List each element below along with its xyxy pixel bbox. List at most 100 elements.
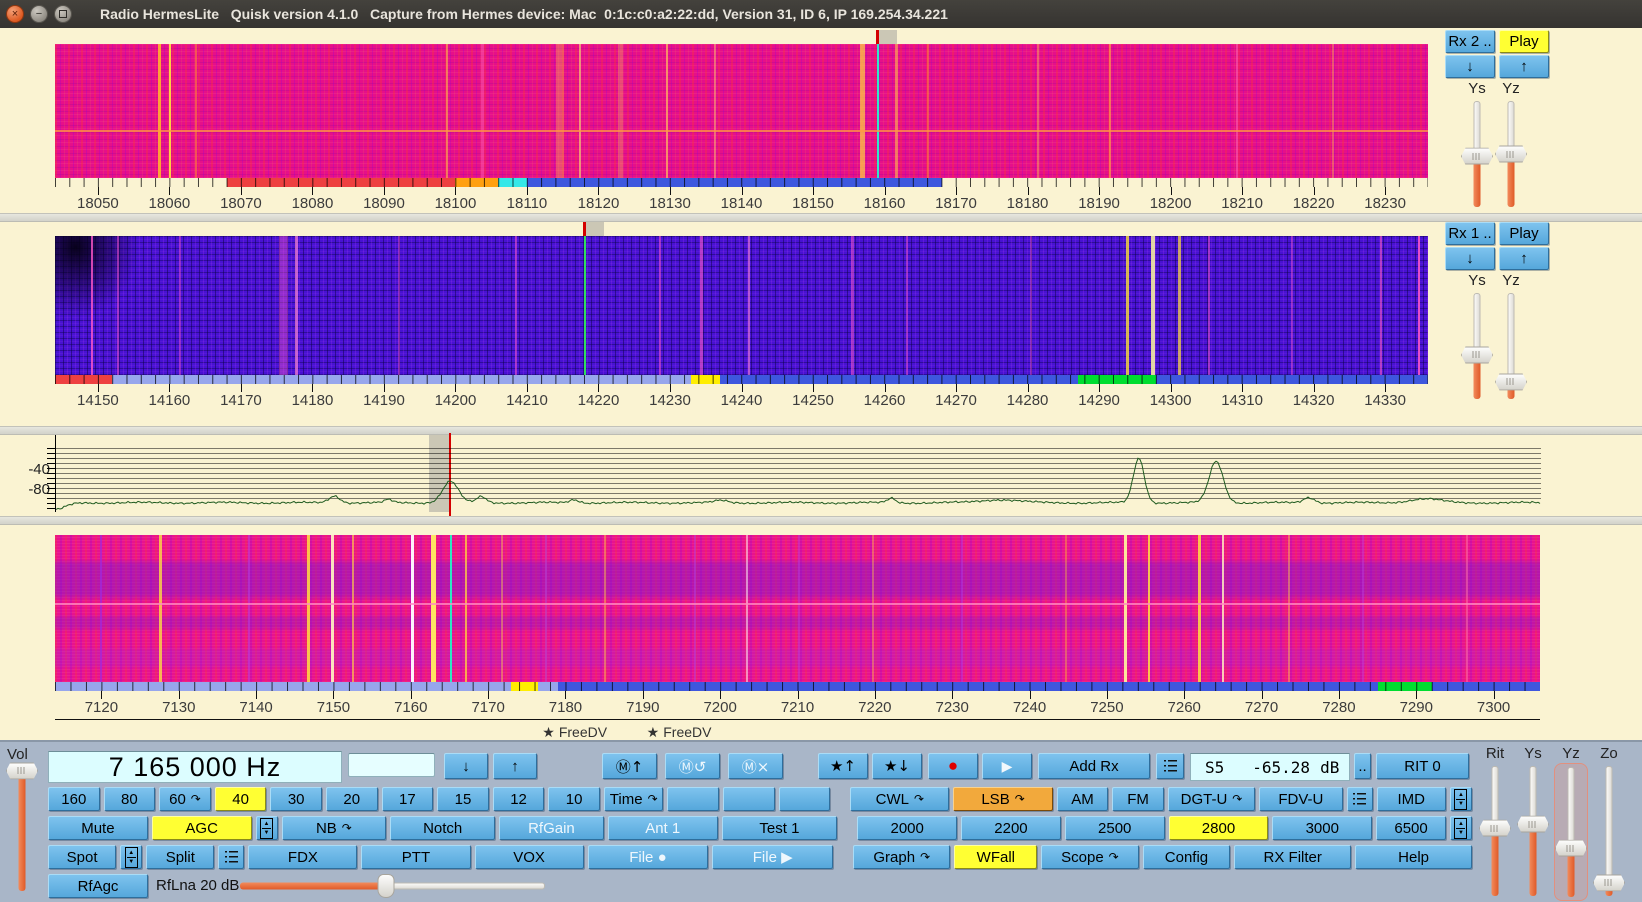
rx1-play-button[interactable]: Play [1499,222,1549,245]
smeter-menu-button[interactable] [1156,753,1184,779]
slider-handle[interactable] [6,762,38,779]
sash-divider[interactable] [0,516,1642,525]
waterfall2-display[interactable] [55,236,1428,375]
rflna-slider[interactable] [240,875,545,897]
slider-area[interactable] [8,760,36,894]
slider-area[interactable] [1463,98,1491,210]
button-17[interactable]: 17 [382,787,434,811]
button-mute[interactable]: Mute [48,816,148,840]
button-15[interactable]: 15 [437,787,489,811]
button-3000[interactable]: 3000 [1272,816,1372,840]
spinner-button[interactable]: ▲▼ [120,845,142,869]
rfagc-button[interactable]: RfAgc [48,874,148,898]
slider-handle[interactable] [1593,874,1625,891]
button-ant-1[interactable]: Ant 1 [608,816,718,840]
spectrum-graph[interactable]: -40 -80 [0,435,1642,512]
button-graph[interactable]: Graph↷ [853,845,950,869]
waterfall1-display[interactable] [55,44,1428,178]
tune-down-button[interactable]: ↓ [444,753,488,779]
slider-handle[interactable] [1517,816,1549,833]
button-rx-filter[interactable]: RX Filter [1234,845,1351,869]
add-rx-button[interactable]: Add Rx [1038,753,1150,779]
rx2-play-button[interactable]: Play [1499,30,1549,53]
slider-handle[interactable] [1495,146,1527,163]
slider-area[interactable] [1497,98,1525,210]
button-file[interactable]: File ● [588,845,709,869]
rx1-down-button[interactable]: ↓ [1445,247,1495,270]
slider-area[interactable] [1478,763,1512,899]
button-spot[interactable]: Spot [48,845,116,869]
button-2800[interactable]: 2800 [1169,816,1269,840]
slider-area[interactable] [1463,290,1491,402]
button-2200[interactable]: 2200 [961,816,1061,840]
button-am[interactable]: AM [1057,787,1109,811]
memory-delete-button[interactable]: Ⓜ× [728,753,783,779]
sash-divider[interactable] [0,213,1642,222]
zo-slider[interactable]: Zo [1592,745,1626,901]
button-fdx[interactable]: FDX [248,845,357,869]
slider-area[interactable] [1554,763,1588,901]
button-nb[interactable]: NB↷ [282,816,387,840]
button-notch[interactable]: Notch [390,816,495,840]
minimize-icon[interactable]: − [30,5,48,23]
rx1-yz-slider[interactable]: Yz [1497,272,1525,402]
smeter-options-button[interactable]: .. [1354,753,1371,779]
button-160[interactable]: 160 [48,787,100,811]
memory-next-button[interactable]: Ⓜ↺ [665,753,720,779]
button-vox[interactable]: VOX [475,845,584,869]
rit-slider[interactable]: Rit [1478,745,1512,901]
button-scope[interactable]: Scope↷ [1041,845,1138,869]
rx1-select-button[interactable]: Rx 1 .. [1445,222,1495,245]
button-blank[interactable] [723,787,775,811]
memory-add-button[interactable]: Ⓜ↑ [602,753,657,779]
record-button[interactable]: ● [928,753,978,779]
close-icon[interactable]: × [6,5,24,23]
button-blank[interactable] [667,787,719,811]
spinner-button[interactable]: ▲▼ [256,816,278,840]
button-60[interactable]: 60↷ [159,787,211,811]
frequency-entry-input[interactable] [348,753,435,777]
rx1-ys-slider[interactable]: Ys [1463,272,1491,402]
favorites-down-button[interactable]: ★↓ [872,753,922,779]
button-2000[interactable]: 2000 [857,816,957,840]
slider-handle[interactable] [1461,346,1493,363]
button-file[interactable]: File ▶ [712,845,833,869]
menu-list-button[interactable] [218,845,244,869]
button-blank[interactable] [779,787,831,811]
button-lsb[interactable]: LSB↷ [953,787,1052,811]
button-30[interactable]: 30 [270,787,322,811]
rx2-down-button[interactable]: ↓ [1445,55,1495,78]
button-test-1[interactable]: Test 1 [722,816,838,840]
rx1-up-button[interactable]: ↑ [1499,247,1549,270]
spinner-button[interactable]: ▲▼ [1450,816,1472,840]
button-config[interactable]: Config [1143,845,1231,869]
button-80[interactable]: 80 [104,787,156,811]
button-wfall[interactable]: WFall [954,845,1037,869]
button-time[interactable]: Time↷ [604,787,664,811]
slider-area[interactable] [1592,763,1626,899]
slider-handle[interactable] [1495,373,1527,390]
graph-plot-area[interactable] [55,435,1541,512]
slider-handle[interactable] [1461,148,1493,165]
waterfall2-tuning-strip[interactable] [55,222,1428,236]
spinner-button[interactable]: ▲▼ [1450,787,1472,811]
rx2-up-button[interactable]: ↑ [1499,55,1549,78]
button-12[interactable]: 12 [493,787,545,811]
button-10[interactable]: 10 [548,787,600,811]
button-help[interactable]: Help [1355,845,1472,869]
button-dgt-u[interactable]: DGT-U↷ [1168,787,1255,811]
tune-up-button[interactable]: ↑ [493,753,537,779]
button-6500[interactable]: 6500 [1376,816,1446,840]
button-fm[interactable]: FM [1112,787,1164,811]
waterfall1-tuning-strip[interactable] [55,30,1428,44]
slider-area[interactable] [1497,290,1525,402]
button-fdv-u[interactable]: FDV-U [1259,787,1342,811]
button-20[interactable]: 20 [326,787,378,811]
rx2-yz-slider[interactable]: Yz [1497,80,1525,210]
button-agc[interactable]: AGC [152,816,252,840]
volume-slider[interactable] [8,760,36,894]
button-ptt[interactable]: PTT [361,845,470,869]
maximize-icon[interactable] [54,5,72,23]
favorites-up-button[interactable]: ★↑ [818,753,868,779]
rflna-slider-handle[interactable] [378,874,395,898]
